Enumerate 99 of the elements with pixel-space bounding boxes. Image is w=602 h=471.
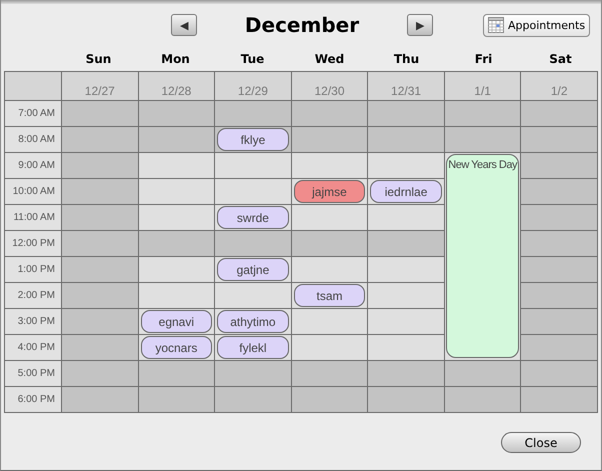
- time-slot[interactable]: [521, 179, 597, 204]
- time-slot[interactable]: [368, 127, 444, 152]
- time-slot[interactable]: [138, 205, 214, 230]
- time-label-cell: 2:00 PM: [5, 283, 61, 308]
- time-slot[interactable]: [292, 257, 368, 282]
- time-slot[interactable]: [521, 387, 597, 412]
- time-slot[interactable]: [368, 231, 444, 256]
- time-slot[interactable]: [62, 257, 138, 282]
- weekday-label: Fri: [474, 52, 492, 66]
- time-slot[interactable]: [521, 335, 597, 360]
- weekday-label: Sun: [86, 52, 112, 66]
- date-header-cell: 12/30: [292, 72, 368, 100]
- time-slot[interactable]: [444, 361, 520, 386]
- time-slot[interactable]: [521, 309, 597, 334]
- time-slot[interactable]: [62, 179, 138, 204]
- time-slot[interactable]: [521, 101, 597, 126]
- weekday-label: Sat: [549, 52, 572, 66]
- time-slot[interactable]: [62, 101, 138, 126]
- weekday-label: Thu: [394, 52, 420, 66]
- date-header-cell: 1/2: [521, 72, 597, 100]
- next-month-button[interactable]: ▶: [407, 14, 433, 36]
- time-slot[interactable]: [138, 257, 214, 282]
- time-slot[interactable]: [292, 335, 368, 360]
- date-header-cell: 1/1: [444, 72, 520, 100]
- time-slot[interactable]: [368, 283, 444, 308]
- time-slot[interactable]: [215, 153, 291, 178]
- appointments-button[interactable]: Appointments: [483, 14, 590, 36]
- time-slot[interactable]: [368, 309, 444, 334]
- time-label-cell: 1:00 PM: [5, 257, 61, 282]
- time-slot[interactable]: [521, 257, 597, 282]
- time-slot[interactable]: [62, 387, 138, 412]
- time-slot[interactable]: [368, 257, 444, 282]
- time-slot[interactable]: [62, 231, 138, 256]
- time-slot[interactable]: [292, 127, 368, 152]
- time-slot[interactable]: [292, 153, 368, 178]
- time-label-cell: 10:00 AM: [5, 179, 61, 204]
- time-slot[interactable]: [444, 127, 520, 152]
- time-slot[interactable]: [138, 231, 214, 256]
- time-slot[interactable]: [368, 153, 444, 178]
- time-label-cell: 8:00 AM: [5, 127, 61, 152]
- time-slot[interactable]: [521, 231, 597, 256]
- time-slot[interactable]: [138, 127, 214, 152]
- time-slot[interactable]: [138, 153, 214, 178]
- time-label-cell: 12:00 PM: [5, 231, 61, 256]
- time-slot[interactable]: [138, 387, 214, 412]
- time-slot[interactable]: [521, 283, 597, 308]
- date-header-cell: 12/29: [215, 72, 291, 100]
- corner-cell: [5, 72, 61, 100]
- weekday-label: Wed: [314, 52, 344, 66]
- time-slot[interactable]: [292, 309, 368, 334]
- time-slot[interactable]: [444, 387, 520, 412]
- time-slot[interactable]: [62, 127, 138, 152]
- time-slot[interactable]: [62, 205, 138, 230]
- time-slot[interactable]: [62, 283, 138, 308]
- time-slot[interactable]: [521, 205, 597, 230]
- time-label-cell: 7:00 AM: [5, 101, 61, 126]
- time-slot[interactable]: [444, 101, 520, 126]
- month-title: December: [244, 13, 360, 37]
- time-slot[interactable]: [62, 153, 138, 178]
- time-slot[interactable]: [368, 335, 444, 360]
- date-header-cell: 12/27: [62, 72, 138, 100]
- time-slot[interactable]: [521, 127, 597, 152]
- time-slot[interactable]: [521, 361, 597, 386]
- time-slot[interactable]: [292, 387, 368, 412]
- time-slot[interactable]: [138, 283, 214, 308]
- time-slot[interactable]: [62, 309, 138, 334]
- time-slot[interactable]: [138, 179, 214, 204]
- time-slot[interactable]: [368, 101, 444, 126]
- time-label-cell: 11:00 AM: [5, 205, 61, 230]
- date-header-cell: 12/31: [368, 72, 444, 100]
- time-slot[interactable]: [215, 387, 291, 412]
- calendar-icon: [488, 17, 504, 33]
- time-slot[interactable]: [215, 283, 291, 308]
- time-slot[interactable]: [215, 179, 291, 204]
- time-slot[interactable]: [62, 361, 138, 386]
- time-label-cell: 9:00 AM: [5, 153, 61, 178]
- time-slot[interactable]: [292, 205, 368, 230]
- time-slot[interactable]: [368, 387, 444, 412]
- time-slot[interactable]: [292, 231, 368, 256]
- time-slot[interactable]: [215, 361, 291, 386]
- time-slot[interactable]: [138, 101, 214, 126]
- close-button[interactable]: Close: [501, 432, 581, 453]
- time-slot[interactable]: [292, 361, 368, 386]
- time-slot[interactable]: [368, 205, 444, 230]
- date-header-cell: 12/28: [138, 72, 214, 100]
- time-label-cell: 6:00 PM: [5, 387, 61, 412]
- time-slot[interactable]: [62, 335, 138, 360]
- time-slot[interactable]: [138, 361, 214, 386]
- time-slot[interactable]: [215, 231, 291, 256]
- weekday-label: Mon: [161, 52, 190, 66]
- time-label-cell: 4:00 PM: [5, 335, 61, 360]
- previous-month-button[interactable]: ◀: [171, 14, 197, 36]
- time-slot[interactable]: [521, 153, 597, 178]
- time-label-cell: 5:00 PM: [5, 361, 61, 386]
- time-slot[interactable]: [215, 101, 291, 126]
- time-label-cell: 3:00 PM: [5, 309, 61, 334]
- time-slot[interactable]: [292, 101, 368, 126]
- time-slot[interactable]: [368, 361, 444, 386]
- weekday-label: Tue: [240, 52, 264, 66]
